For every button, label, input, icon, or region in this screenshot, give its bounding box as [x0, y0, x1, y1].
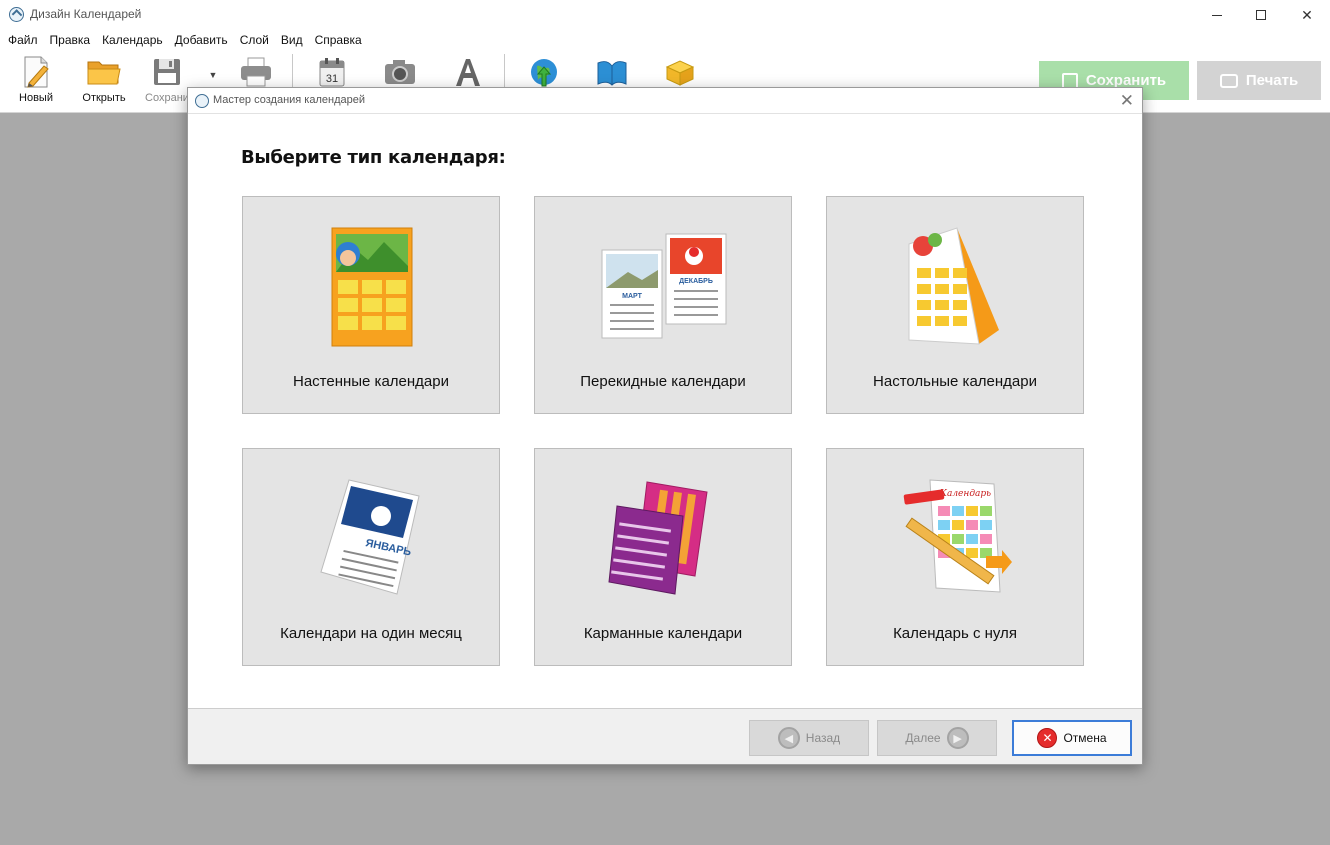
new-document-icon [18, 54, 54, 90]
chevron-down-icon: ▼ [208, 70, 218, 80]
next-button[interactable]: Далее ▶ [877, 720, 997, 756]
desk-calendar-icon [885, 221, 1025, 351]
window-title: Дизайн Календарей [30, 7, 142, 21]
flip-calendar-icon: МАРТ ДЕКАБРЬ [593, 221, 733, 351]
pocket-calendar-icon [593, 473, 733, 603]
tile-label: Настенные календари [292, 373, 449, 390]
month-calendar-icon: ЯНВАРЬ [301, 473, 441, 603]
dialog-logo-icon [195, 94, 209, 108]
dialog-title-bar: Мастер создания календарей ✕ [188, 88, 1142, 114]
app-logo-icon [9, 7, 24, 22]
menu-view[interactable]: Вид [275, 30, 309, 50]
dialog-heading: Выберите тип календаря: [241, 147, 506, 168]
print-main-button[interactable]: Печать [1197, 61, 1321, 100]
cancel-x-icon: ✕ [1037, 728, 1058, 748]
calendar-button[interactable]: 31 [302, 54, 362, 90]
globe-icon [526, 54, 562, 90]
calendar-icon: 31 [314, 54, 350, 90]
help-book-button[interactable] [582, 54, 642, 90]
arrow-right-icon: ▶ [946, 727, 969, 749]
gift-box-icon [662, 54, 698, 90]
tile-label: Перекидные календари [580, 373, 746, 390]
print-button[interactable] [226, 54, 286, 90]
publish-button[interactable] [514, 54, 574, 90]
floppy-icon [149, 54, 185, 90]
dialog-title: Мастер создания календарей [213, 94, 365, 106]
cancel-label: Отмена [1063, 731, 1107, 745]
folder-icon [86, 54, 122, 90]
gift-button[interactable] [650, 54, 710, 90]
camera-icon [382, 54, 418, 90]
svg-text:ДЕКАБРЬ: ДЕКАБРЬ [679, 278, 713, 285]
cancel-button[interactable]: ✕ Отмена [1012, 720, 1132, 756]
tile-label: Настольные календари [873, 373, 1037, 390]
save-dropdown-button[interactable]: ▼ [205, 70, 221, 80]
photo-button[interactable] [370, 54, 430, 90]
tile-desk-calendar[interactable]: Настольные календари [826, 196, 1084, 414]
tile-wall-calendar[interactable]: Настенные календари [242, 196, 500, 414]
book-icon [594, 54, 630, 90]
save-button[interactable]: Сохрани [144, 54, 190, 104]
next-label: Далее [905, 731, 941, 745]
menu-file[interactable]: Файл [2, 30, 44, 50]
menu-edit[interactable]: Правка [44, 30, 97, 50]
tile-month-calendar[interactable]: ЯНВАРЬ Календари на один месяц [242, 448, 500, 666]
minimize-button[interactable] [1194, 0, 1240, 30]
svg-text:МАРТ: МАРТ [622, 293, 642, 300]
dialog-footer: ◀ Назад Далее ▶ ✕ Отмена [188, 708, 1142, 764]
back-button[interactable]: ◀ Назад [749, 720, 869, 756]
back-label: Назад [805, 731, 841, 745]
menu-help[interactable]: Справка [309, 30, 368, 50]
menu-bar: Файл Правка Календарь Добавить Слой Вид … [0, 30, 1330, 50]
tile-flip-calendar[interactable]: МАРТ ДЕКАБРЬ Перекидные календари [534, 196, 792, 414]
save-label: Сохрани [145, 92, 189, 104]
printer-small-icon [1219, 73, 1238, 88]
tile-pocket-calendar[interactable]: Карманные календари [534, 448, 792, 666]
arrow-left-icon: ◀ [777, 727, 800, 749]
tile-label: Карманные календари [583, 625, 743, 642]
text-a-icon [450, 54, 486, 90]
printer-icon [238, 54, 274, 90]
svg-text:31: 31 [326, 73, 338, 85]
wall-calendar-icon [301, 221, 441, 351]
dialog-close-button[interactable]: ✕ [1120, 91, 1134, 111]
open-label: Открыть [82, 92, 126, 104]
calendar-wizard-dialog: Мастер создания календарей ✕ Выберите ти… [187, 87, 1143, 765]
close-window-button[interactable]: ✕ [1284, 0, 1330, 30]
tile-blank-calendar[interactable]: Календарь Календарь с нуля [826, 448, 1084, 666]
blank-calendar-icon: Календарь [885, 473, 1025, 603]
menu-add[interactable]: Добавить [169, 30, 234, 50]
new-button[interactable]: Новый [6, 54, 66, 104]
menu-layer[interactable]: Слой [234, 30, 275, 50]
menu-calendar[interactable]: Календарь [96, 30, 169, 50]
open-button[interactable]: Открыть [74, 54, 134, 104]
text-button[interactable] [438, 54, 498, 90]
new-label: Новый [19, 92, 53, 104]
print-main-label: Печать [1245, 72, 1299, 89]
tile-label: Календарь с нуля [893, 625, 1017, 642]
title-bar: Дизайн Календарей ✕ [0, 0, 1330, 30]
maximize-button[interactable] [1238, 0, 1284, 30]
svg-text:Календарь: Календарь [939, 489, 991, 499]
tile-label: Календари на один месяц [280, 625, 462, 642]
